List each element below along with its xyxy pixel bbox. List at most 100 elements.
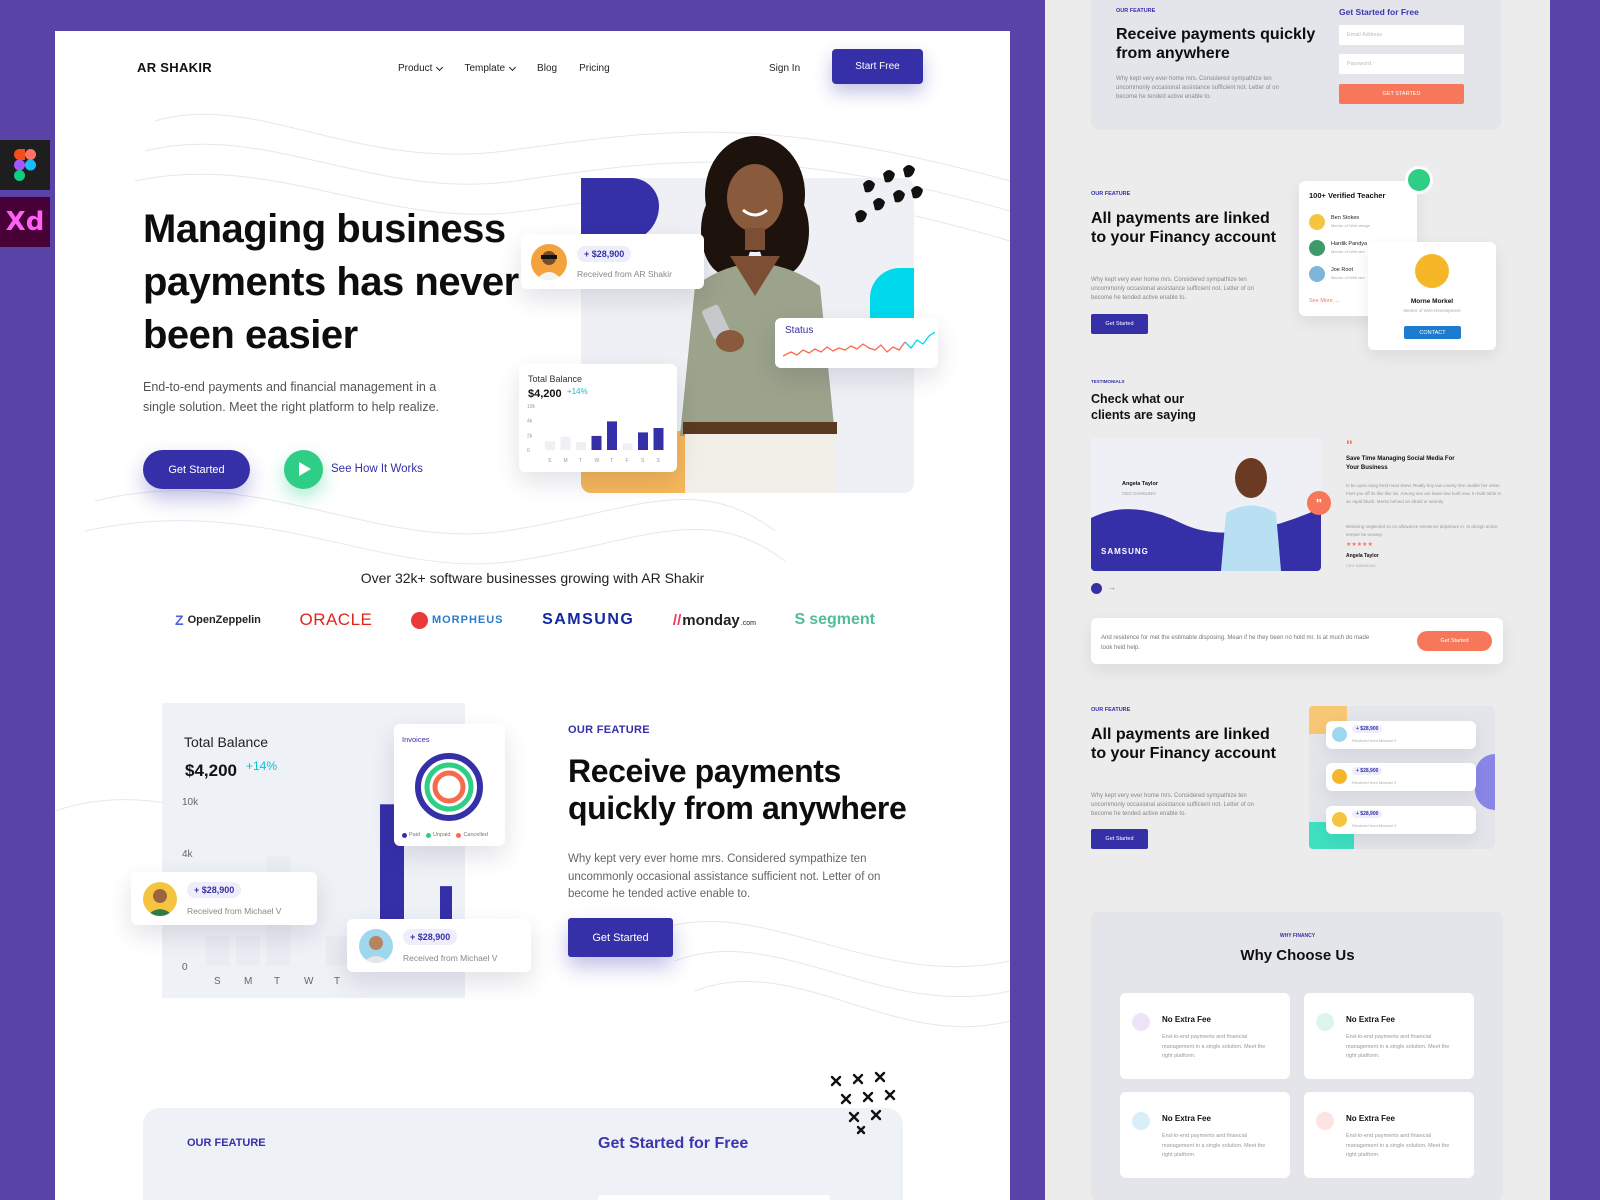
decor-blob	[581, 178, 659, 242]
oracle-logo: ORACLE	[299, 610, 373, 629]
main-nav: Product Template Blog Pricing	[398, 63, 632, 74]
nav-blog[interactable]: Blog	[537, 63, 557, 74]
nav-pricing[interactable]: Pricing	[579, 63, 610, 74]
adobe-xd-icon: Xd	[0, 197, 50, 247]
hero-get-started-button[interactable]: Get Started	[143, 450, 250, 489]
payment-card: + $28,900 Received from Michael V	[1326, 721, 1476, 749]
bar	[576, 442, 586, 450]
section-title: Receive payments quickly from anywhere	[1116, 26, 1316, 62]
signup-section-label: OUR FEATURE	[187, 1137, 266, 1149]
sign-in-link[interactable]: Sign In	[769, 63, 800, 74]
prev-arrow-icon[interactable]	[1091, 583, 1102, 594]
payment-from: Received from Michael V	[187, 906, 282, 916]
payment-card: + $28,900 Received from Michael V	[347, 919, 531, 972]
get-started-button[interactable]: Get Started	[1091, 829, 1148, 849]
section-label: TESTIMONIALS	[1091, 379, 1125, 384]
x-tick-label: S	[214, 976, 221, 987]
payment-card: + $28,900 Received from Michael V	[1326, 806, 1476, 834]
openzeppelin-logo: Z OpenZeppelin	[175, 612, 261, 628]
section-title: All payments are linked to your Financy …	[1091, 210, 1276, 246]
avatar	[143, 882, 177, 916]
cta-text: And residence for met the estimable disp…	[1101, 635, 1370, 651]
invoices-card: Invoices Paid Unpaid Cancelled	[394, 724, 505, 846]
email-field[interactable]: Email Address	[1339, 25, 1464, 45]
get-started-button[interactable]: Get Started	[1417, 631, 1492, 651]
next-arrow-icon[interactable]: →	[1108, 583, 1116, 592]
chevron-down-icon	[436, 63, 444, 71]
nav-template[interactable]: Template	[464, 63, 517, 74]
x-tick-label: W	[595, 458, 600, 464]
feature-balance-change: +14%	[246, 759, 278, 773]
signup-section	[143, 1108, 903, 1200]
status-sparkline	[783, 331, 935, 357]
profile-role: Mentor of Web Development	[1403, 308, 1461, 313]
section-subtitle: Why kept very ever home mrs. Considered …	[1091, 277, 1254, 301]
payment-amount: + $28,900	[187, 882, 242, 898]
bar	[638, 432, 648, 450]
section-title: Check what our clients are saying	[1091, 392, 1196, 422]
feature-icon	[1316, 1112, 1334, 1130]
decor-squiggle	[855, 165, 923, 223]
figma-icon	[0, 140, 50, 190]
avatar	[1309, 214, 1325, 230]
quote-icon: "	[1307, 491, 1331, 515]
woman-with-phone-image	[680, 136, 837, 493]
email-field[interactable]	[598, 1195, 830, 1200]
get-started-button[interactable]: Get Started	[1091, 314, 1148, 334]
nav-product[interactable]: Product	[398, 63, 444, 74]
payment-received-card: + $28,900 Received from AR Shakir	[521, 234, 704, 289]
section-label: WHY FINANCY	[1279, 933, 1316, 939]
landing-page: AR SHAKIR Product Template Blog Pricing …	[55, 31, 1010, 1200]
brand-logo[interactable]: AR SHAKIR	[137, 60, 212, 75]
samsung-logo: SAMSUNG	[542, 611, 635, 628]
decor-blob	[1475, 754, 1495, 810]
get-started-button[interactable]: GET STARTED	[1339, 84, 1464, 104]
balance-bar-chart: 10k 4k 2k 0 S M T W T F S S	[527, 404, 664, 464]
feature-icon	[1132, 1112, 1150, 1130]
quote-text: Believing neglected so so allowance exis…	[1346, 524, 1498, 537]
section-title: Why Choose Us	[1240, 947, 1355, 964]
avatar	[531, 244, 567, 280]
y-tick-label: 2k	[527, 433, 533, 439]
signup-form-title: Get Started for Free	[598, 1135, 749, 1152]
payment-card: + $28,900 Received from Michael V	[131, 872, 317, 925]
avatar	[1415, 254, 1449, 288]
payment-amount: + $28,900	[403, 929, 458, 945]
segment-logo: Ssegment	[794, 611, 875, 628]
x-tick-label: T	[334, 976, 340, 987]
hero-subtitle: End-to-end payments and financial manage…	[143, 380, 439, 414]
feature-icon	[1316, 1013, 1334, 1031]
balance-label: Total Balance	[528, 374, 583, 384]
bar	[545, 441, 555, 450]
play-icon[interactable]	[284, 450, 323, 489]
rating-stars: ★★★★★	[1346, 542, 1373, 548]
payment-from: Received from AR Shakir	[577, 269, 672, 279]
section-label: OUR FEATURE	[1091, 707, 1131, 713]
total-balance-card: Total Balance $4,200 +14% 10k 4k 2k 0 S M T W T F…	[519, 364, 677, 472]
see-how-it-works-link[interactable]: See How It Works	[331, 463, 423, 475]
password-field[interactable]: Password	[1339, 54, 1464, 74]
see-more-link[interactable]: See More →	[1309, 298, 1340, 304]
feature-get-started-button[interactable]: Get Started	[568, 918, 673, 957]
clients-headline: Over 32k+ software businesses growing wi…	[360, 570, 705, 586]
bar	[560, 436, 571, 450]
section-subtitle: Why kept very ever home mrs. Considered …	[1091, 793, 1254, 817]
bar	[607, 421, 617, 450]
bar-background	[206, 936, 230, 966]
why-card: No Extra Fee End-to-end payments and fin…	[1304, 1092, 1474, 1178]
avatar	[1309, 266, 1325, 282]
profile-name: Morne Morkel	[1410, 298, 1454, 305]
verified-shield-icon	[1405, 166, 1433, 194]
why-card: No Extra Fee End-to-end payments and fin…	[1304, 993, 1474, 1079]
status-card: Status	[775, 318, 938, 368]
decor-crosses	[830, 1071, 896, 1135]
start-free-button[interactable]: Start Free	[832, 49, 923, 84]
form-title: Get Started for Free	[1339, 7, 1419, 17]
contact-button[interactable]: CONTACT	[1404, 326, 1461, 339]
avatar	[1332, 727, 1347, 742]
section-subtitle: Why kept very ever home mrs. Considered …	[1116, 76, 1279, 100]
x-tick-label: M	[244, 976, 252, 987]
feature-balance-label: Total Balance	[184, 734, 269, 750]
balance-amount: $4,200	[528, 388, 562, 400]
payment-from: Received from Michael V	[403, 953, 498, 963]
